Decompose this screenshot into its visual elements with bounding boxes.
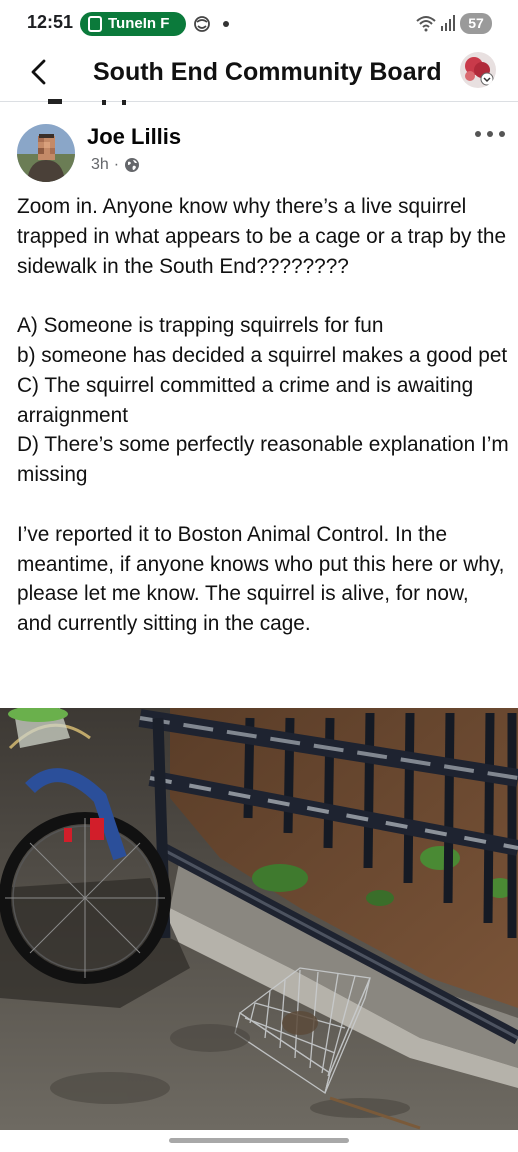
home-indicator[interactable] — [169, 1138, 349, 1143]
post-meta: 3h · — [91, 156, 140, 174]
author-name[interactable]: Joe Lillis — [87, 124, 181, 150]
battery-icon: 57 — [460, 13, 492, 34]
post-option: b) someone has decided a squirrel makes … — [17, 343, 508, 367]
post-option: A) Someone is trapping squirrels for fun — [17, 314, 384, 338]
globe-icon — [125, 158, 140, 172]
tunein-pill-label: TuneIn F — [108, 15, 170, 32]
status-bar: 12:51 TuneIn F 57 — [0, 0, 518, 46]
post-option: C) The squirrel committed a crime and is… — [17, 373, 474, 427]
app-notification-icon — [194, 16, 210, 32]
status-time: 12:51 — [27, 12, 74, 32]
tunein-icon — [88, 16, 102, 32]
system-nav-bar — [0, 1130, 518, 1152]
tunein-now-playing-pill[interactable]: TuneIn F — [80, 12, 186, 36]
post-paragraph: I’ve reported it to Boston Animal Contro… — [17, 522, 505, 636]
signal-icon — [441, 15, 455, 31]
previous-content-peek — [48, 99, 126, 105]
meta-separator: · — [113, 156, 120, 173]
group-title: South End Community Board — [93, 58, 442, 86]
wifi-icon — [416, 16, 436, 32]
post-option: D) There’s some perfectly reasonable exp… — [17, 433, 509, 487]
more-dots-icon[interactable] — [474, 128, 506, 140]
post-paragraph: Zoom in. Anyone know why there’s a live … — [17, 195, 507, 278]
profile-avatar[interactable] — [460, 52, 496, 88]
post-time[interactable]: 3h — [91, 156, 109, 174]
author-avatar[interactable] — [17, 124, 75, 182]
back-arrow-icon[interactable] — [24, 56, 56, 88]
group-header: South End Community Board — [0, 46, 518, 102]
status-dot-icon — [223, 21, 229, 27]
post-text: Zoom in. Anyone know why there’s a live … — [17, 192, 509, 639]
post-photo[interactable] — [0, 708, 518, 1130]
